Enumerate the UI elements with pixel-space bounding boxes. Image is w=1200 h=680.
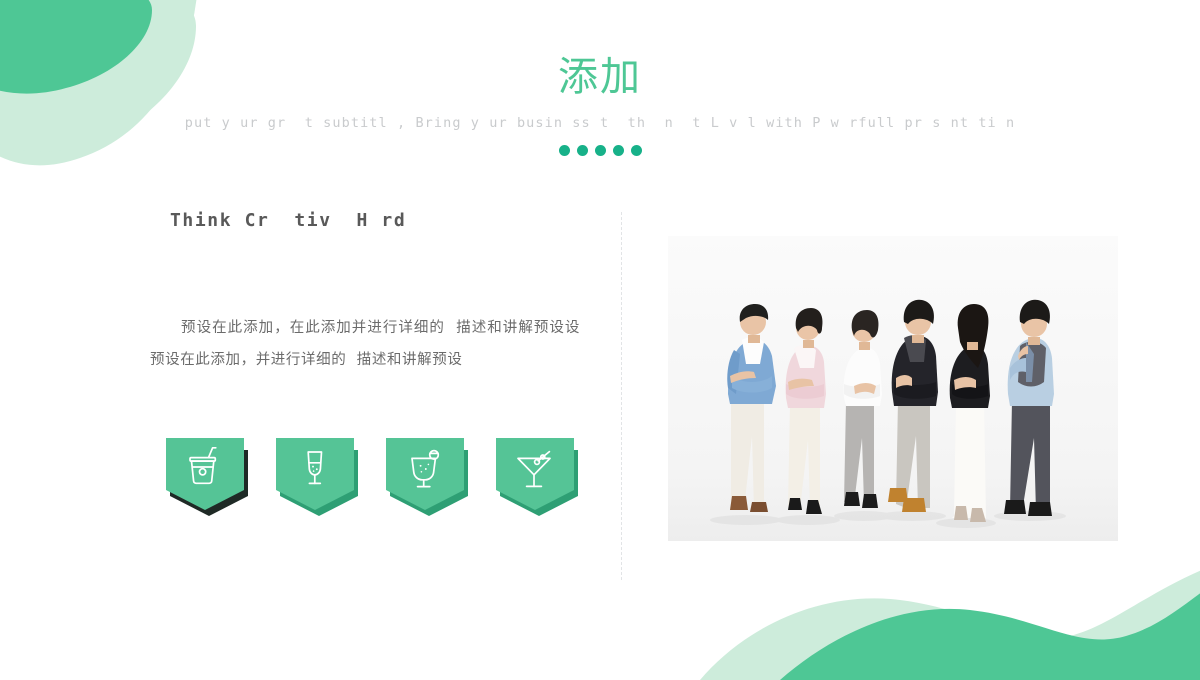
icon-badge-coffee-cup[interactable] xyxy=(166,438,248,516)
dot-indicator xyxy=(558,145,570,157)
team-photo xyxy=(668,236,1118,541)
section-body-text: 预设在此添加，在此添加并进行详细的 描述和讲解预设设 预设在此添加，并进行详细的… xyxy=(150,320,621,368)
page-subtitle: put y ur gr t subtitl , Bring y ur busin… xyxy=(184,115,1016,132)
icon-badge-martini-glass[interactable] xyxy=(496,438,578,516)
icon-badge-champagne-flute[interactable] xyxy=(276,438,358,516)
icon-badge-cocktail-glass[interactable] xyxy=(386,438,468,516)
left-content-column: Think Cr tiv H rd 预设在此添加，在此添加并进行详细的 描述和讲… xyxy=(150,210,580,376)
section-heading: Think Cr tiv H rd xyxy=(170,210,407,231)
dot-indicator xyxy=(576,145,588,157)
slide-header: 添加 put y ur gr t subtitl , Bring y ur bu… xyxy=(0,0,1200,157)
page-title: 添加 xyxy=(558,54,642,100)
bottom-right-light-wave xyxy=(700,570,1200,680)
dot-indicator xyxy=(630,145,642,157)
slide-canvas: 添加 put y ur gr t subtitl , Bring y ur bu… xyxy=(0,0,1200,680)
dot-indicator xyxy=(594,145,606,157)
vertical-divider xyxy=(621,212,622,580)
bottom-right-solid-wave xyxy=(780,593,1200,680)
dot-indicator-row xyxy=(0,131,1200,157)
dot-indicator xyxy=(612,145,624,157)
icon-badge-row xyxy=(166,438,578,516)
